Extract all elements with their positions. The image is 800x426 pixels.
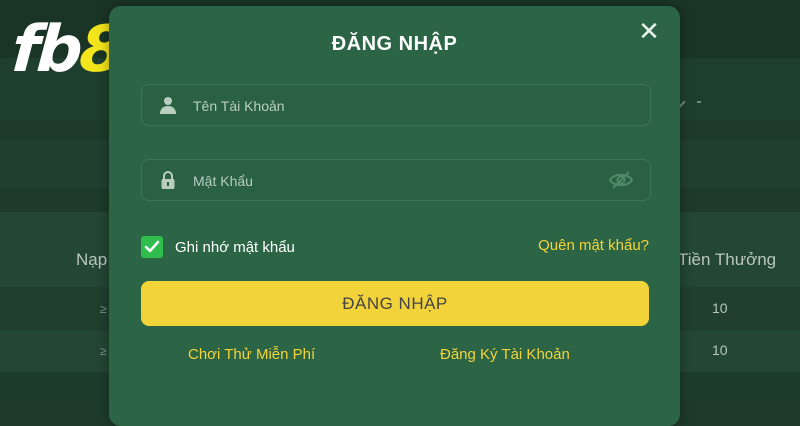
password-field[interactable]	[141, 159, 651, 202]
modal-title: ĐĂNG NHẬP	[331, 33, 458, 55]
login-modal: ĐĂNG NHẬP ✕ Ghi nhớ mật khẩu Quên mật kh…	[109, 6, 680, 426]
close-icon[interactable]: ✕	[638, 18, 660, 44]
password-input[interactable]	[191, 160, 595, 202]
username-input[interactable]	[191, 85, 595, 127]
register-link[interactable]: Đăng Ký Tài Khoản	[440, 346, 570, 363]
dash-icon	[697, 101, 701, 103]
lock-icon	[161, 171, 175, 189]
table-header-bonus: Tiền Thưởng	[678, 250, 777, 269]
table-cell-symbol: ≥	[100, 302, 107, 316]
logo-text-fb: fb	[9, 13, 83, 87]
table-cell-bonus: 10	[712, 342, 728, 358]
table-cell-symbol: ≥	[100, 344, 107, 358]
user-icon	[160, 97, 176, 114]
eye-off-icon[interactable]	[608, 170, 634, 190]
table-header-deposit: Nạp	[76, 250, 108, 269]
table-cell-bonus: 10	[712, 300, 728, 316]
remember-me: Ghi nhớ mật khẩu	[141, 235, 295, 259]
username-field[interactable]	[141, 84, 651, 127]
try-free-link[interactable]: Chơi Thử Miễn Phí	[188, 346, 315, 363]
checkmark-icon	[144, 240, 160, 253]
login-button[interactable]: ĐĂNG NHẬP	[141, 281, 649, 326]
remember-checkbox[interactable]	[141, 236, 163, 258]
forgot-password-link[interactable]: Quên mật khẩu?	[538, 237, 649, 254]
remember-label: Ghi nhớ mật khẩu	[175, 238, 295, 256]
